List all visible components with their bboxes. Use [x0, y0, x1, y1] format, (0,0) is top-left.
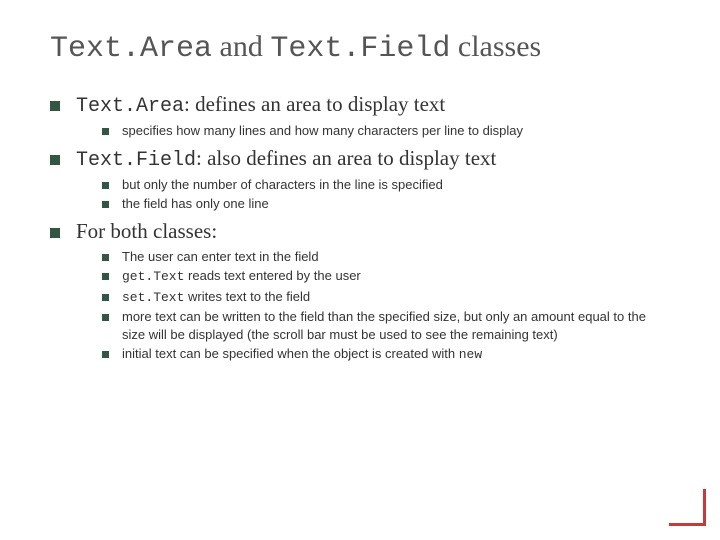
sub-textarea-1-text: specifies how many lines and how many ch… — [122, 123, 523, 138]
title-mono-1: Text.Area — [50, 32, 212, 66]
sublist-textarea: specifies how many lines and how many ch… — [76, 122, 670, 140]
sub-textarea-1: specifies how many lines and how many ch… — [102, 122, 670, 140]
bullet-list: Text.Area: defines an area to display te… — [50, 92, 670, 364]
bullet-both: For both classes: The user can enter tex… — [50, 219, 670, 364]
bullet-textarea-rest: : defines an area to display text — [184, 92, 445, 116]
bullet-textfield: Text.Field: also defines an area to disp… — [50, 146, 670, 213]
sub-textfield-1-text: but only the number of characters in the… — [122, 177, 443, 192]
bullet-textfield-mono: Text.Field — [76, 149, 196, 172]
bullet-textarea-mono: Text.Area — [76, 95, 184, 118]
sub-both-3-rest: writes text to the field — [184, 289, 310, 304]
bullet-textarea: Text.Area: defines an area to display te… — [50, 92, 670, 140]
sublist-both: The user can enter text in the field get… — [76, 248, 670, 364]
sub-textfield-2: the field has only one line — [102, 195, 670, 213]
sub-both-2-mono: get.Text — [122, 269, 184, 284]
sub-both-1-text: The user can enter text in the field — [122, 249, 319, 264]
sub-both-2-rest: reads text entered by the user — [184, 268, 360, 283]
title-part-2: and — [212, 30, 270, 63]
sub-both-5: initial text can be specified when the o… — [102, 345, 670, 364]
sub-both-2: get.Text reads text entered by the user — [102, 267, 670, 286]
sub-both-4: more text can be written to the field th… — [102, 308, 670, 343]
sub-both-3: set.Text writes text to the field — [102, 288, 670, 307]
corner-decoration-icon — [669, 489, 706, 526]
sub-both-4-text: more text can be written to the field th… — [122, 309, 646, 342]
sub-textfield-1: but only the number of characters in the… — [102, 176, 670, 194]
slide: Text.Area and Text.Field classes Text.Ar… — [0, 0, 720, 390]
bullet-textfield-rest: : also defines an area to display text — [196, 146, 496, 170]
slide-title: Text.Area and Text.Field classes — [50, 30, 670, 66]
sub-both-1: The user can enter text in the field — [102, 248, 670, 266]
bullet-both-head: For both classes: — [76, 219, 217, 243]
sub-both-5-pre: initial text can be specified when the o… — [122, 346, 459, 361]
sub-textfield-2-text: the field has only one line — [122, 196, 269, 211]
title-mono-2: Text.Field — [270, 32, 450, 66]
sub-both-3-mono: set.Text — [122, 290, 184, 305]
sub-both-5-mono: new — [459, 347, 482, 362]
sublist-textfield: but only the number of characters in the… — [76, 176, 670, 213]
title-part-4: classes — [450, 30, 541, 63]
